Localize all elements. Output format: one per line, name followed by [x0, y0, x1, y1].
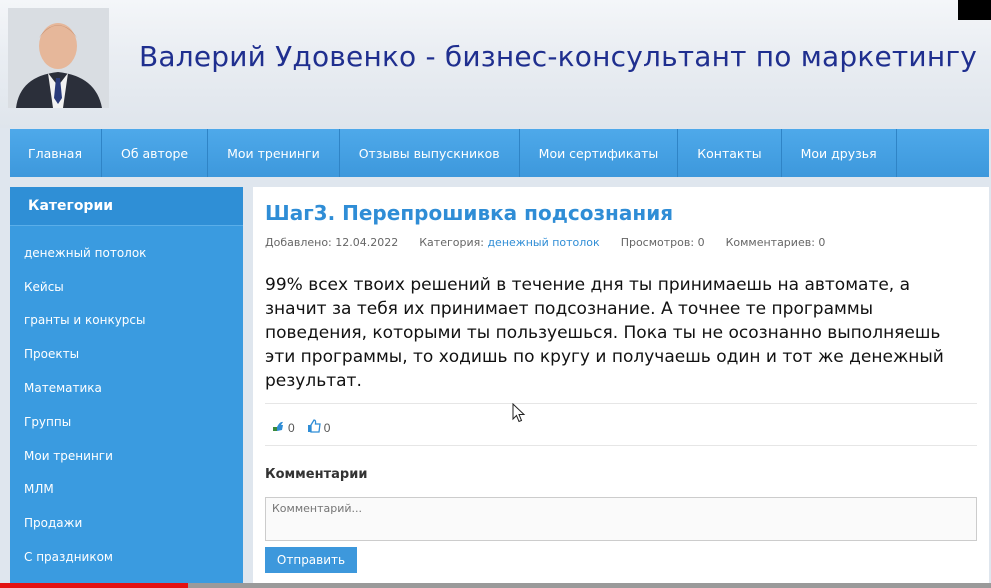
sidebar-item-trainings[interactable]: Мои тренинги [10, 439, 243, 473]
like-count: 0 [323, 420, 331, 435]
main-nav: Главная Об авторе Мои тренинги Отзывы вы… [10, 129, 989, 177]
video-overlay-corner [958, 0, 991, 20]
article-meta: Добавлено: 12.04.2022 Категория: денежны… [265, 236, 825, 249]
thumbs-up-icon [307, 419, 321, 436]
sidebar-item-groups[interactable]: Группы [10, 405, 243, 439]
sidebar-item-money-ceiling[interactable]: денежный потолок [10, 236, 243, 270]
comments-heading: Комментарии [265, 467, 368, 482]
category-link[interactable]: денежный потолок [487, 236, 599, 249]
sidebar-item-projects[interactable]: Проекты [10, 337, 243, 371]
sidebar-item-math[interactable]: Математика [10, 371, 243, 405]
sidebar-item-sales[interactable]: Продажи [10, 506, 243, 540]
nav-trainings[interactable]: Мои тренинги [208, 129, 340, 177]
mouse-cursor-icon [512, 402, 526, 428]
submit-comment-button[interactable]: Отправить [265, 547, 357, 573]
article-title[interactable]: Шаг3. Перепрошивка подсознания [265, 201, 673, 225]
nav-friends[interactable]: Мои друзья [782, 129, 897, 177]
added-label: Добавлено: [265, 236, 332, 249]
sidebar: Категории денежный потолок Кейсы гранты … [10, 187, 243, 588]
author-photo [8, 8, 109, 108]
video-progress-fill [0, 583, 189, 588]
video-progress-bar[interactable] [0, 583, 991, 588]
views-count: 0 [697, 236, 705, 249]
article-body: 99% всех твоих решений в течение дня ты … [265, 275, 944, 391]
nav-reviews[interactable]: Отзывы выпускников [340, 129, 520, 177]
divider [265, 445, 977, 446]
sidebar-item-holiday[interactable]: С праздником [10, 540, 243, 574]
article-panel: Шаг3. Перепрошивка подсознания Добавлено… [253, 187, 989, 588]
sidebar-item-grants[interactable]: гранты и конкурсы [10, 304, 243, 338]
sidebar-title: Категории [10, 187, 243, 226]
divider [265, 403, 977, 404]
nav-home[interactable]: Главная [10, 129, 102, 177]
category-list: денежный потолок Кейсы гранты и конкурсы… [10, 236, 243, 574]
comments-count-label: Комментариев: [725, 236, 815, 249]
sidebar-item-cases[interactable]: Кейсы [10, 270, 243, 304]
comments-count: 0 [818, 236, 826, 249]
views-label: Просмотров: [620, 236, 695, 249]
nav-about[interactable]: Об авторе [102, 129, 209, 177]
comment-input[interactable] [265, 497, 977, 541]
nav-contacts[interactable]: Контакты [678, 129, 782, 177]
site-header: Валерий Удовенко - бизнес-консультант по… [0, 0, 991, 128]
nav-certificates[interactable]: Мои сертификаты [520, 129, 679, 177]
share-icon [271, 419, 285, 436]
site-title: Валерий Удовенко - бизнес-консультант по… [139, 40, 978, 73]
sidebar-item-mlm[interactable]: МЛМ [10, 473, 243, 507]
share-vote[interactable]: 0 [271, 419, 295, 436]
vote-bar: 0 0 [271, 419, 330, 436]
like-vote[interactable]: 0 [307, 419, 331, 436]
category-label: Категория: [419, 236, 484, 249]
share-count: 0 [288, 420, 295, 435]
added-date: 12.04.2022 [335, 236, 399, 249]
